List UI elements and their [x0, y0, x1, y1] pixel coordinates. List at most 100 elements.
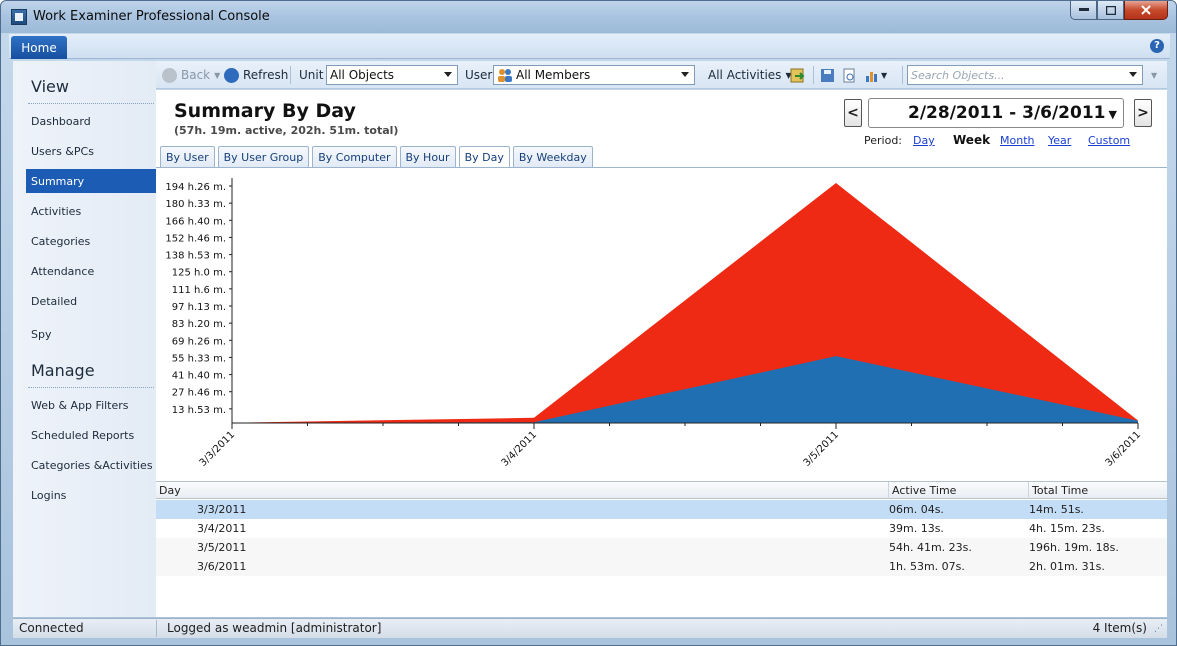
chevron-down-icon — [1129, 72, 1137, 77]
refresh-button[interactable]: Refresh — [224, 61, 288, 89]
previous-period-button[interactable]: < — [844, 99, 862, 127]
y-tick-label: 27 h.46 m. — [172, 388, 226, 399]
nav-item-logins[interactable]: Logins — [26, 483, 156, 507]
refresh-label: Refresh — [243, 68, 289, 82]
main-content: Summary By Day (57h. 19m. active, 202h. … — [156, 90, 1167, 617]
chart-options-button[interactable]: ▼ — [864, 61, 887, 89]
table-row[interactable]: 3/4/2011 39m. 13s. 4h. 15m. 23s. — [156, 519, 1167, 538]
nav-item-dashboard[interactable]: Dashboard — [26, 109, 156, 133]
report-tabs: By User By User Group By Computer By Hou… — [160, 146, 596, 168]
nav-item-summary[interactable]: Summary — [26, 169, 156, 193]
save-button[interactable] — [820, 61, 835, 89]
y-tick-label: 166 h.40 m. — [165, 216, 226, 227]
help-icon[interactable]: ? — [1150, 39, 1164, 53]
table-row[interactable]: 3/6/2011 1h. 53m. 07s. 2h. 01m. 31s. — [156, 557, 1167, 576]
status-divider — [156, 620, 157, 637]
date-range-picker[interactable]: 2/28/2011 - 3/6/2011 ▼ — [868, 98, 1124, 128]
back-button[interactable]: Back ▼ — [162, 61, 220, 89]
table-row[interactable]: 3/3/2011 06m. 04s. 14m. 51s. — [156, 500, 1167, 519]
tab-by-computer[interactable]: By Computer — [312, 146, 397, 167]
left-navigation: View Dashboard Users &PCs Summary Activi… — [13, 61, 156, 617]
x-tick-label: 3/6/2011 — [1104, 429, 1144, 469]
column-header-day[interactable]: Day — [156, 482, 888, 499]
user-select[interactable]: All Members — [493, 65, 695, 85]
chevron-down-icon — [681, 72, 689, 77]
title-bar[interactable]: Work Examiner Professional Console — [1, 1, 1176, 33]
nav-item-users-pcs[interactable]: Users &PCs — [26, 139, 156, 163]
chevron-down-icon: ▼ — [1108, 108, 1117, 121]
all-activities-dropdown[interactable]: All Activities ▼ — [708, 61, 792, 89]
item-count: 4 Item(s) — [1092, 621, 1147, 635]
search-input[interactable]: Search Objects... — [907, 65, 1143, 85]
chevron-down-icon: ▼ — [881, 70, 888, 80]
table-row[interactable]: 3/5/2011 54h. 41m. 23s. 196h. 19m. 18s. — [156, 538, 1167, 557]
y-tick-label: 152 h.46 m. — [165, 233, 226, 244]
next-period-button[interactable]: > — [1134, 99, 1152, 127]
search-go-button[interactable]: ▼ — [1151, 61, 1157, 89]
tab-by-hour[interactable]: By Hour — [399, 146, 456, 167]
chevron-down-icon — [444, 72, 452, 77]
nav-item-detailed[interactable]: Detailed — [26, 289, 156, 313]
toolbar-divider — [290, 66, 291, 84]
cell-total-time: 4h. 15m. 23s. — [1029, 522, 1105, 535]
close-button[interactable] — [1124, 1, 1168, 20]
view-section-title: View — [31, 77, 69, 96]
nav-divider — [28, 387, 154, 388]
period-month-link[interactable]: Month — [1000, 134, 1034, 147]
period-day-link[interactable]: Day — [913, 134, 935, 147]
minimize-button[interactable] — [1070, 1, 1097, 20]
y-tick-label: 138 h.53 m. — [165, 251, 226, 262]
cell-active-time: 54h. 41m. 23s. — [889, 541, 972, 554]
y-tick-label: 111 h.6 m. — [172, 285, 226, 296]
app-window: Work Examiner Professional Console Home … — [0, 0, 1177, 646]
nav-item-attendance[interactable]: Attendance — [26, 259, 156, 283]
unit-value: All Objects — [330, 68, 395, 82]
cell-active-time: 1h. 53m. 07s. — [889, 560, 965, 573]
y-tick-label: 125 h.0 m. — [172, 268, 226, 279]
cell-day: 3/4/2011 — [197, 522, 247, 535]
nav-item-activities[interactable]: Activities — [26, 199, 156, 223]
tab-by-user-group[interactable]: By User Group — [217, 146, 310, 167]
user-label: User — [465, 68, 493, 82]
nav-item-categories[interactable]: Categories — [26, 229, 156, 253]
tab-by-day[interactable]: By Day — [458, 146, 510, 168]
cell-active-time: 06m. 04s. — [889, 503, 944, 516]
tab-home[interactable]: Home — [11, 36, 67, 59]
nav-item-spy[interactable]: Spy — [26, 322, 156, 346]
column-header-total-time[interactable]: Total Time — [1028, 482, 1167, 499]
cell-day: 3/6/2011 — [197, 560, 247, 573]
x-tick-label: 3/4/2011 — [500, 429, 540, 469]
unit-select[interactable]: All Objects — [326, 65, 458, 85]
nav-item-scheduled-reports[interactable]: Scheduled Reports — [26, 423, 156, 447]
tab-by-weekday[interactable]: By Weekday — [512, 146, 593, 167]
resize-grip-icon[interactable]: ⋰ — [1154, 624, 1163, 634]
cell-active-time: 39m. 13s. — [889, 522, 944, 535]
column-header-active-time[interactable]: Active Time — [888, 482, 1028, 499]
minimize-icon — [1078, 8, 1089, 11]
unit-label: Unit — [299, 68, 324, 82]
table-header: Day Active Time Total Time — [156, 481, 1167, 499]
all-activities-label: All Activities — [708, 68, 782, 82]
cell-day: 3/3/2011 — [197, 503, 247, 516]
summary-area-chart: 194 h.26 m. 180 h.33 m. 166 h.40 m. 152 h.4… — [165, 178, 1144, 469]
nav-item-categories-activities[interactable]: Categories &Activities — [26, 453, 156, 477]
tab-by-user[interactable]: By User — [160, 146, 215, 167]
window-title: Work Examiner Professional Console — [33, 9, 270, 24]
export-button[interactable] — [790, 61, 806, 89]
refresh-icon — [224, 67, 239, 83]
maximize-button[interactable] — [1097, 1, 1124, 20]
nav-divider — [28, 103, 154, 104]
print-preview-button[interactable] — [842, 61, 857, 89]
user-value: All Members — [516, 68, 591, 82]
y-tick-label: 55 h.33 m. — [172, 353, 226, 364]
nav-item-web-app-filters[interactable]: Web & App Filters — [26, 393, 156, 417]
period-year-link[interactable]: Year — [1048, 134, 1071, 147]
cell-total-time: 196h. 19m. 18s. — [1029, 541, 1119, 554]
y-tick-label: 13 h.53 m. — [172, 405, 226, 416]
period-custom-link[interactable]: Custom — [1088, 134, 1130, 147]
back-label: Back — [181, 68, 211, 82]
period-label: Period: — [864, 134, 903, 147]
total-time-area — [232, 182, 1138, 423]
toolbar: Back ▼ Refresh Unit All Objects User All… — [156, 61, 1167, 89]
users-group-icon — [498, 69, 512, 82]
